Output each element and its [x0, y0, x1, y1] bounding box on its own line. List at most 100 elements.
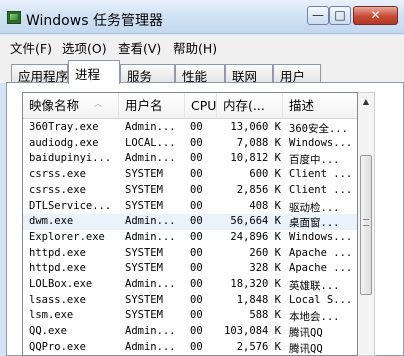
process-cpu: 00 [190, 215, 203, 228]
scroll-up-icon[interactable]: ▲ [358, 93, 374, 110]
close-button[interactable]: ✕ [353, 6, 398, 25]
process-list[interactable]: 映像名称 ︿ 用户名 CPU 内存(... 描述 360Tray.exe Admi… [22, 92, 358, 356]
scroll-thumb[interactable] [360, 155, 372, 295]
process-name: csrss.exe [29, 183, 86, 196]
process-description: 英雄联... [289, 280, 340, 292]
process-cpu: 00 [190, 152, 203, 165]
tab-strip: 应用程序 进程 服务 性能 联网 用户 [0, 57, 404, 84]
process-user: Admin... [125, 230, 176, 243]
process-user: SYSTEM [125, 183, 163, 196]
process-row[interactable]: LOLBox.exe Admin... 00 18,320 K 英雄联... [23, 277, 357, 293]
column-cpu[interactable]: CPU [185, 93, 217, 119]
process-user: Admin... [125, 340, 176, 353]
process-row[interactable]: QQPro.exe Admin... 00 2,576 K 腾讯QQ [23, 340, 357, 355]
menu-help[interactable]: 帮助(H) [173, 38, 217, 57]
process-name: baidupinyi... [29, 152, 112, 165]
process-cpu: 00 [190, 325, 203, 338]
process-description: 百度中... [289, 154, 340, 167]
task-manager-app-icon [7, 11, 21, 24]
process-memory: 2,576 K [236, 340, 281, 353]
process-memory: 588 K [249, 309, 281, 322]
tab-users[interactable]: 用户 [273, 64, 321, 84]
process-user: SYSTEM [125, 246, 163, 259]
process-name: QQPro.exe [29, 340, 86, 353]
process-row[interactable]: audiodg.exe LOCAL... 00 7,088 K Windows... [23, 136, 357, 152]
process-cpu: 00 [190, 246, 203, 259]
process-description: Client ... [289, 168, 353, 181]
process-user: SYSTEM [125, 309, 163, 322]
scroll-grip-icon [363, 219, 369, 226]
title-bar[interactable]: Windows 任务管理器 — □ ✕ [0, 0, 404, 34]
column-description[interactable]: 描述 [283, 93, 357, 119]
process-description: Windows... [289, 136, 353, 149]
process-row[interactable]: dwm.exe Admin... 00 56,664 K 桌面窗... [23, 214, 357, 230]
process-row[interactable]: csrss.exe SYSTEM 00 2,856 K Client ... [23, 183, 357, 199]
process-cpu: 00 [190, 183, 203, 196]
process-user: LOCAL... [125, 136, 176, 149]
process-memory: 10,812 K [230, 152, 281, 165]
process-description: Client ... [289, 183, 353, 196]
process-memory: 260 K [249, 246, 281, 259]
process-name: QQ.exe [29, 325, 67, 338]
process-name: 360Tray.exe [29, 121, 99, 133]
process-description: Local S... [289, 293, 353, 306]
menu-file[interactable]: 文件(F) [10, 38, 52, 57]
process-user: SYSTEM [125, 293, 163, 306]
process-row[interactable]: Explorer.exe Admin... 00 24,896 K Windows... [23, 230, 357, 246]
minimize-button[interactable]: — [307, 6, 329, 25]
process-row[interactable]: httpd.exe SYSTEM 00 260 K Apache ... [23, 246, 357, 262]
column-image-name-label: 映像名称 [29, 98, 80, 113]
process-row[interactable]: lsm.exe SYSTEM 00 588 K 本地会... [23, 308, 357, 324]
vertical-scrollbar[interactable]: ▲ [358, 92, 375, 356]
process-name: lsass.exe [29, 293, 86, 306]
menu-view[interactable]: 查看(V) [118, 38, 161, 57]
process-cpu: 00 [190, 262, 203, 275]
process-row[interactable]: csrss.exe SYSTEM 00 600 K Client ... [23, 167, 357, 183]
process-description: Windows... [289, 230, 353, 243]
tab-performance[interactable]: 性能 [175, 64, 225, 84]
process-description: 驱动检... [289, 201, 340, 214]
column-image-name[interactable]: 映像名称 ︿ [23, 93, 119, 119]
process-description: 腾讯QQ [289, 342, 323, 355]
process-description: 本地会... [289, 311, 340, 324]
process-name: audiodg.exe [29, 136, 99, 149]
column-user-name[interactable]: 用户名 [119, 93, 185, 119]
process-cpu: 00 [190, 293, 203, 306]
process-row[interactable]: baidupinyi... Admin... 00 10,812 K 百度中... [23, 151, 357, 167]
process-cpu: 00 [190, 278, 203, 290]
process-name: LOLBox.exe [29, 278, 93, 290]
process-name: Explorer.exe [29, 230, 105, 243]
menu-options[interactable]: 选项(O) [62, 38, 107, 57]
tab-processes[interactable]: 进程 [68, 60, 120, 84]
tab-networking[interactable]: 联网 [225, 64, 273, 84]
process-memory: 600 K [249, 168, 281, 181]
process-memory: 24,896 K [230, 230, 281, 243]
process-name: lsm.exe [29, 309, 74, 322]
process-row[interactable]: lsass.exe SYSTEM 00 1,848 K Local S... [23, 293, 357, 309]
process-name: httpd.exe [29, 262, 86, 275]
column-memory[interactable]: 内存(... [217, 93, 283, 119]
process-name: DTLService... [29, 199, 112, 212]
process-memory: 328 K [249, 262, 281, 275]
process-name: csrss.exe [29, 168, 86, 181]
process-user: SYSTEM [125, 199, 163, 212]
sort-ascending-icon: ︿ [94, 99, 102, 108]
maximize-button[interactable]: □ [329, 6, 351, 25]
process-memory: 1,848 K [236, 293, 281, 306]
process-cpu: 00 [190, 230, 203, 243]
process-description: 腾讯QQ [289, 327, 323, 340]
process-memory: 7,088 K [236, 136, 281, 149]
process-cpu: 00 [190, 199, 203, 212]
tab-services[interactable]: 服务 [120, 64, 175, 84]
process-row[interactable]: QQ.exe Admin... 00 103,084 K 腾讯QQ [23, 324, 357, 340]
process-user: Admin... [125, 215, 176, 228]
tab-applications[interactable]: 应用程序 [11, 64, 68, 84]
process-user: Admin... [125, 325, 176, 338]
process-row[interactable]: httpd.exe SYSTEM 00 328 K Apache ... [23, 261, 357, 277]
process-cpu: 00 [190, 136, 203, 149]
process-memory: 408 K [249, 199, 281, 212]
process-row[interactable]: DTLService... SYSTEM 00 408 K 驱动检... [23, 199, 357, 215]
process-row[interactable]: 360Tray.exe Admin... 00 13,060 K 360安全... [23, 120, 357, 136]
process-cpu: 00 [190, 168, 203, 181]
process-memory: 2,856 K [236, 183, 281, 196]
